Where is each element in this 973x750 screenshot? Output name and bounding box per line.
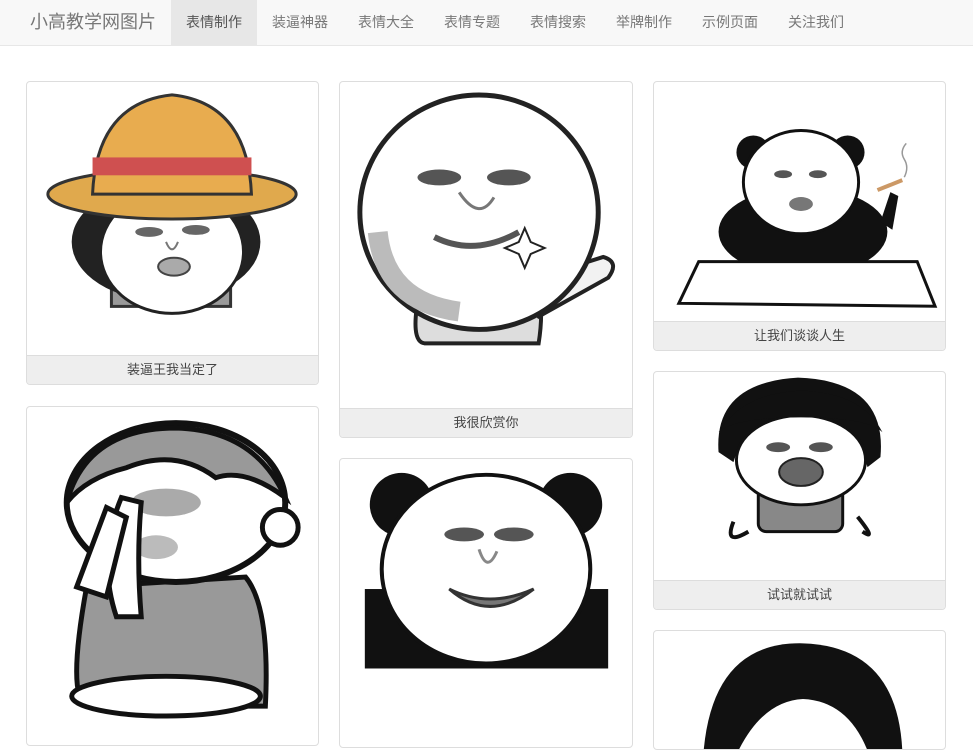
bowl-cut-partial-meme-image[interactable]: [654, 631, 945, 749]
meme-caption: 试试就试试: [654, 580, 945, 609]
meme-caption: 我很欣赏你: [340, 408, 632, 437]
meme-card[interactable]: [653, 630, 946, 750]
nav-item-emoji-topics[interactable]: 表情专题: [429, 0, 515, 46]
meme-card[interactable]: [339, 458, 633, 748]
bowl-cut-laughing-meme-image[interactable]: [654, 372, 945, 582]
meme-card[interactable]: 试试就试试: [653, 371, 946, 610]
nav-item-emoji-search[interactable]: 表情搜索: [515, 0, 601, 46]
laughing-panda-meme-image[interactable]: [340, 459, 632, 729]
nav-item-follow-us[interactable]: 关注我们: [773, 0, 859, 46]
meme-card[interactable]: 让我们谈谈人生: [653, 81, 946, 351]
praying-boy-meme-image[interactable]: [27, 407, 318, 745]
panda-smoking-meme-image[interactable]: [654, 82, 945, 323]
nav-item-emoji-collection[interactable]: 表情大全: [343, 0, 429, 46]
nav-item-show-off-tool[interactable]: 装逼神器: [257, 0, 343, 46]
site-brand[interactable]: 小高教学网图片: [0, 0, 171, 46]
nav-item-emoji-maker[interactable]: 表情制作: [171, 0, 257, 46]
top-navbar: 小高教学网图片 表情制作 装逼神器 表情大全 表情专题 表情搜索 举牌制作 示例…: [0, 0, 973, 46]
nav-item-example-page[interactable]: 示例页面: [687, 0, 773, 46]
meme-caption: 让我们谈谈人生: [654, 321, 945, 350]
meme-card[interactable]: 我很欣赏你: [339, 81, 633, 438]
straw-hat-meme-image[interactable]: [27, 82, 318, 357]
meme-caption: 装逼王我当定了: [27, 355, 318, 384]
nav-item-sign-maker[interactable]: 举牌制作: [601, 0, 687, 46]
meme-card[interactable]: [26, 406, 319, 746]
pointing-face-meme-image[interactable]: [340, 82, 632, 410]
meme-card[interactable]: 装逼王我当定了: [26, 81, 319, 385]
